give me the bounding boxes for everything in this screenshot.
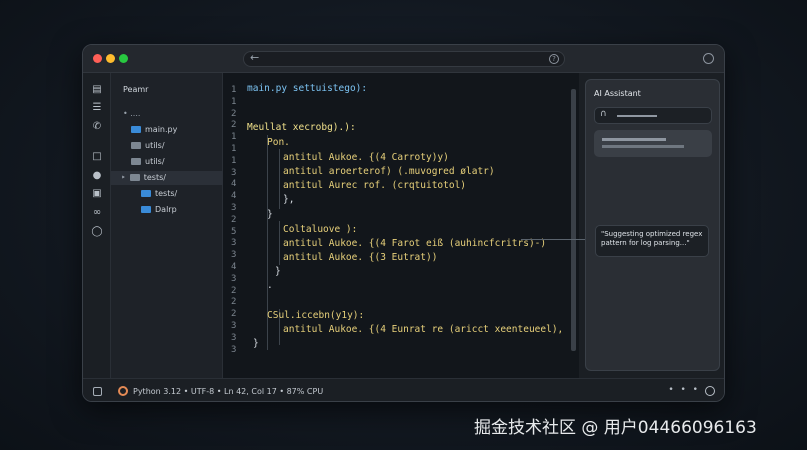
tree-item-utils-2[interactable]: utils/ bbox=[131, 155, 165, 169]
files-icon[interactable]: ▤ bbox=[91, 84, 103, 96]
line-number: 3 bbox=[231, 238, 237, 249]
list-icon[interactable]: ☰ bbox=[91, 102, 103, 114]
chevron-right-icon: ‣ bbox=[121, 173, 126, 182]
explorer-header: Peamr bbox=[123, 85, 149, 94]
code-line: antitul aroerterof) (.muvogred ølatr) bbox=[283, 166, 495, 177]
code-line: antitul Aukoe. {(4 Farot eiß (auhincfcri… bbox=[283, 238, 547, 249]
line-number: 3 bbox=[231, 167, 237, 178]
ai-message-card[interactable] bbox=[594, 130, 712, 157]
tree-item-tests-sub[interactable]: tests/ bbox=[141, 187, 177, 201]
power-icon[interactable] bbox=[705, 386, 715, 396]
line-number: 4 bbox=[231, 191, 237, 202]
folder-icon bbox=[129, 174, 140, 181]
window-menu-icon[interactable] bbox=[703, 53, 714, 64]
code-line: antitul Aukoe. {(3 Eutrat)) bbox=[283, 252, 438, 263]
message-line bbox=[602, 138, 666, 141]
ai-panel-title: AI Assistant bbox=[594, 89, 641, 98]
line-number: 2 bbox=[231, 309, 237, 320]
maximize-window-button[interactable] bbox=[119, 54, 128, 63]
line-number: 2 bbox=[231, 297, 237, 308]
code-line: } bbox=[267, 209, 273, 220]
arrow-left-icon[interactable]: ← bbox=[250, 51, 259, 64]
prompt-icon: ∩ bbox=[600, 109, 607, 119]
tree-item-dalrp[interactable]: Dalrp bbox=[141, 203, 177, 217]
link-icon[interactable]: ∞ bbox=[91, 207, 103, 219]
line-number: 2 bbox=[231, 214, 237, 225]
tree-item-tests[interactable]: ‣ tests/ bbox=[111, 171, 223, 185]
folder-icon bbox=[141, 206, 151, 213]
line-number: 3 bbox=[231, 203, 237, 213]
indent-guide bbox=[279, 221, 280, 265]
line-number: 1 bbox=[231, 144, 237, 154]
explorer-root[interactable]: • .... bbox=[123, 107, 140, 121]
line-number: 2 bbox=[231, 120, 237, 131]
ai-prompt-input[interactable]: ∩ bbox=[594, 107, 712, 124]
code-line: Coltaluove ): bbox=[283, 224, 358, 235]
line-number: 2 bbox=[231, 108, 237, 119]
code-line: antitul Aukoe. {(4 Eunrat re (aricct xee… bbox=[283, 324, 564, 335]
watermark: 掘金技术社区 @ 用户04466096163 bbox=[474, 418, 757, 438]
bookmark-icon[interactable]: ▣ bbox=[91, 188, 103, 200]
indent-guide bbox=[279, 149, 280, 209]
line-number: 1 bbox=[231, 155, 237, 166]
user-icon[interactable]: ● bbox=[91, 170, 103, 182]
code-line: }, bbox=[283, 194, 295, 205]
help-icon[interactable]: ? bbox=[549, 54, 559, 64]
ide-window: ← ? ▤ ☰ ✆ □ ● ▣ ∞ ◯ Peamr • .... main.py… bbox=[82, 44, 725, 402]
input-placeholder-bar bbox=[617, 115, 657, 117]
more-icon[interactable]: • • • bbox=[668, 385, 700, 395]
line-number: 1 bbox=[231, 85, 237, 95]
file-explorer: Peamr • .... main.py utils/ utils/ ‣ test… bbox=[111, 73, 223, 378]
code-line: CSul.iccebn(y1y): bbox=[267, 310, 365, 321]
minimize-window-button[interactable] bbox=[106, 54, 115, 63]
code-line: } bbox=[275, 266, 281, 277]
folder-icon bbox=[131, 126, 141, 133]
python-icon bbox=[118, 386, 128, 396]
activity-bar: ▤ ☰ ✆ □ ● ▣ ∞ ◯ bbox=[83, 73, 111, 378]
line-number: 3 bbox=[231, 344, 237, 355]
line-number: 3 bbox=[231, 332, 237, 343]
status-bar: Python 3.12 • UTF-8 • Ln 42, Col 17 • 87… bbox=[83, 378, 724, 401]
suggestion-connector bbox=[521, 239, 593, 240]
line-number: 5 bbox=[231, 226, 237, 237]
folder-icon[interactable]: □ bbox=[91, 151, 103, 163]
status-text[interactable]: Python 3.12 • UTF-8 • Ln 42, Col 17 • 87… bbox=[133, 387, 323, 396]
message-line bbox=[602, 145, 684, 148]
code-line: } bbox=[253, 338, 259, 349]
tree-item-utils[interactable]: utils/ bbox=[131, 139, 165, 153]
code-line: antitul Aurec rof. (crqtuitotol) bbox=[283, 180, 467, 191]
folder-icon bbox=[131, 142, 141, 149]
tree-item-main-py[interactable]: main.py bbox=[131, 123, 177, 137]
line-number: 3 bbox=[231, 273, 237, 284]
line-number: 2 bbox=[231, 285, 237, 296]
folder-icon bbox=[141, 190, 151, 197]
code-line: . bbox=[267, 280, 273, 291]
code-line: main.py settuistego): bbox=[247, 83, 368, 94]
code-line: Meullat xecrobg).): bbox=[247, 122, 356, 133]
title-bar: ← ? bbox=[83, 45, 724, 73]
address-bar[interactable]: ← ? bbox=[243, 51, 565, 67]
folder-icon bbox=[131, 158, 141, 165]
close-window-button[interactable] bbox=[93, 54, 102, 63]
line-number: 3 bbox=[231, 250, 237, 261]
panel-toggle-icon[interactable] bbox=[93, 387, 102, 396]
line-number: 4 bbox=[231, 179, 237, 190]
code-editor[interactable]: 11221113443253343222333 main.py settuist… bbox=[223, 73, 579, 378]
line-number: 4 bbox=[231, 262, 237, 272]
line-number: 3 bbox=[231, 321, 237, 331]
code-line: Pon. bbox=[267, 137, 290, 148]
ai-suggestion-bubble[interactable]: "Suggesting optimized regex pattern for … bbox=[595, 225, 709, 257]
editor-scrollbar[interactable] bbox=[571, 89, 576, 351]
line-number: 1 bbox=[231, 132, 237, 143]
line-number: 1 bbox=[231, 96, 237, 107]
code-line: antitul Aukoe. {(4 Carroty)y) bbox=[283, 152, 449, 163]
phone-icon[interactable]: ✆ bbox=[91, 121, 103, 133]
circle-icon[interactable]: ◯ bbox=[91, 226, 103, 238]
